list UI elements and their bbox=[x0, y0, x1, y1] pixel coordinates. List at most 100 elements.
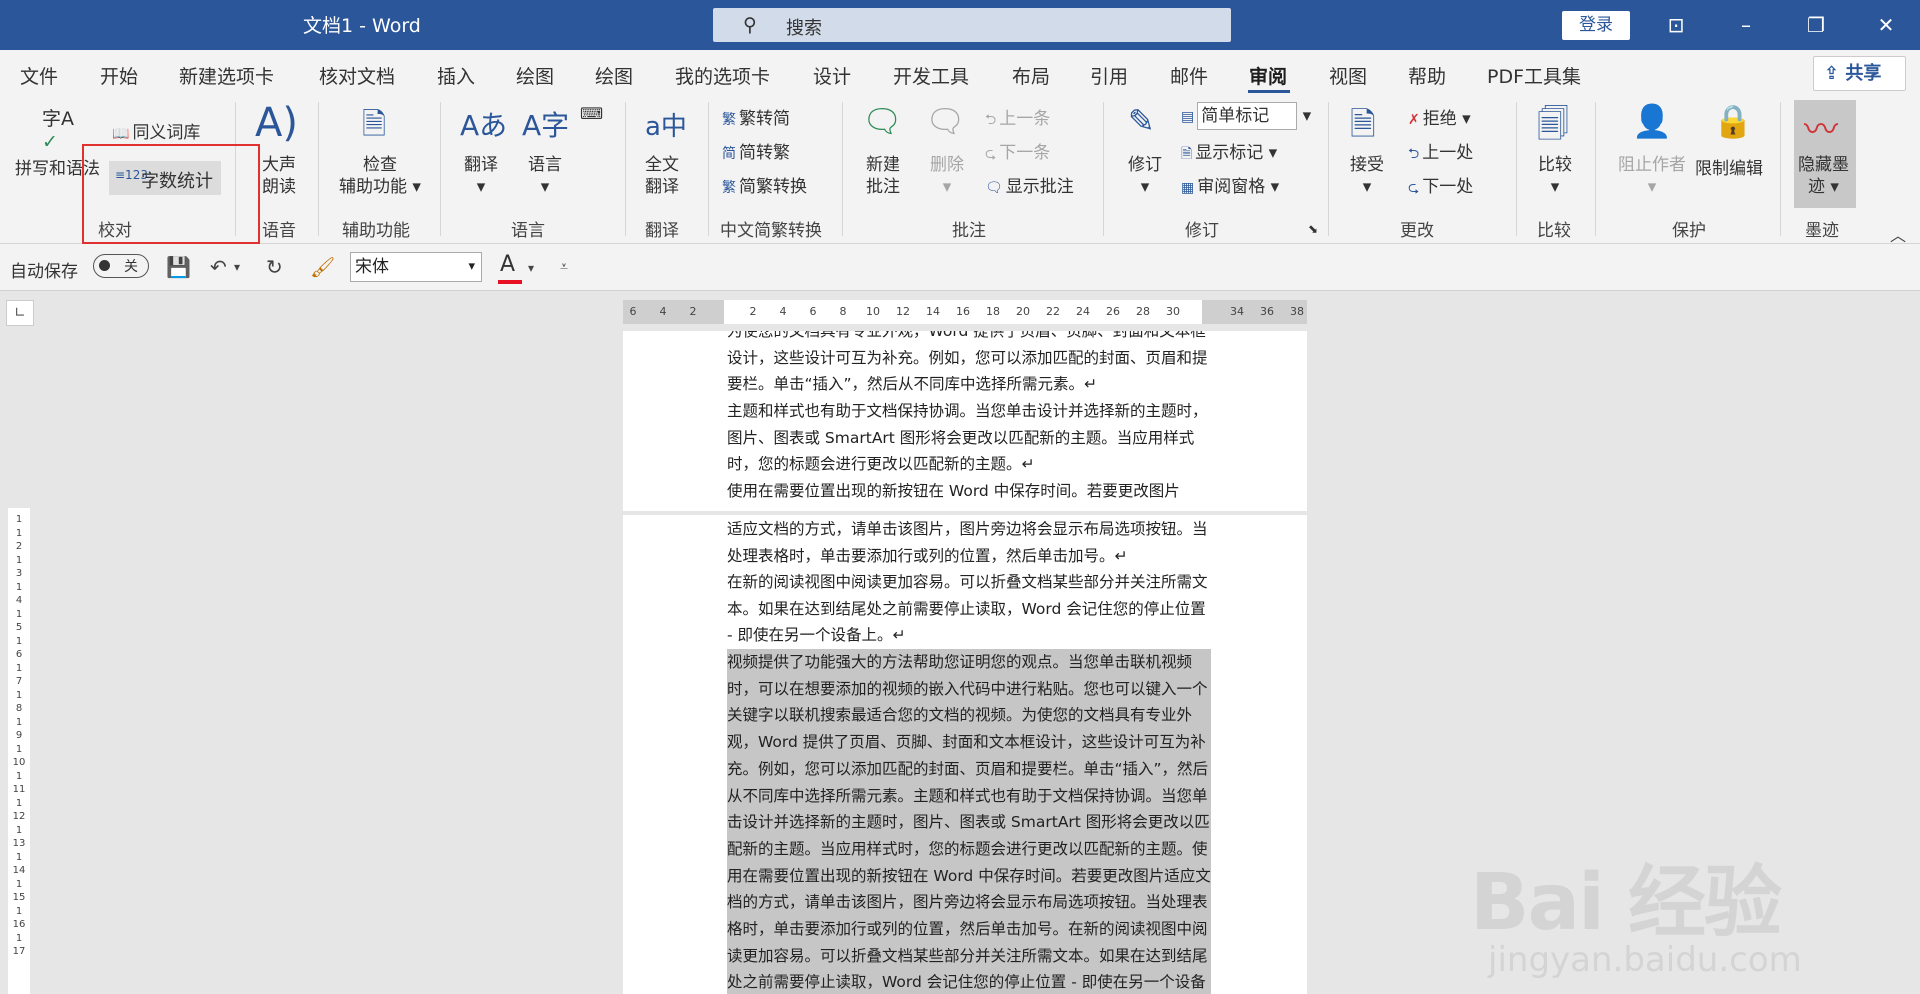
show-markup-icon: 🗎 bbox=[1181, 146, 1193, 162]
selected-paragraph[interactable]: 视频提供了功能强大的方法帮助您证明您的观点。当您单击联机视频时，可以在想要添加的… bbox=[727, 649, 1211, 994]
horizontal-ruler[interactable]: 6 4 2 2 4 6 8 10 12 14 16 18 20 22 24 26 28 30 34 36 38 bbox=[623, 300, 1307, 324]
restore-icon[interactable]: ❐ bbox=[1798, 8, 1834, 42]
restrict-editing-button[interactable]: 限制编辑 bbox=[1695, 154, 1763, 179]
simp-to-trad-button[interactable]: 简简转繁 bbox=[722, 138, 790, 163]
tab-layout[interactable]: 布局 bbox=[1012, 62, 1050, 89]
book-icon: 📖 bbox=[112, 126, 130, 142]
share-icon: ⇪ bbox=[1824, 63, 1846, 84]
trad-to-simp-button[interactable]: 繁繁转简 bbox=[722, 104, 790, 129]
tab-developer[interactable]: 开发工具 bbox=[893, 62, 969, 89]
document-page-2[interactable]: 适应文档的方式，请单击该图片，图片旁边将会显示布局选项按钮。当处理表格时，单击要… bbox=[623, 515, 1307, 994]
tab-insert[interactable]: 插入 bbox=[437, 62, 475, 89]
group-separator bbox=[318, 102, 319, 236]
tab-draw-1[interactable]: 绘图 bbox=[516, 62, 554, 89]
ruler-tick: 12 bbox=[896, 305, 910, 318]
prev-comment-button[interactable]: ⮌ 上一条 bbox=[985, 104, 1050, 133]
vertical-ruler[interactable]: 1 1 2 1 3 1 4 1 5 1 6 1 7 1 8 1 9 1 10 1 11 1 12 1 13 1 14 1 15 1 16 1 1… bbox=[8, 508, 30, 994]
group-chinese-label: 中文简繁转换 bbox=[720, 221, 822, 241]
show-comments-button[interactable]: 🗨 显示批注 bbox=[985, 172, 1074, 197]
tab-references[interactable]: 引用 bbox=[1090, 62, 1128, 89]
language-button[interactable]: 语言 ▾ bbox=[528, 154, 562, 198]
paragraph[interactable]: 在新的阅读视图中阅读更加容易。可以折叠文档某些部分并关注所需文本。如果在达到结尾… bbox=[727, 569, 1211, 649]
review-pane-button[interactable]: ▦ 审阅窗格 ▾ bbox=[1181, 172, 1279, 197]
accept-button[interactable]: 接受 ▾ bbox=[1350, 154, 1384, 198]
font-color-dropdown-icon[interactable]: ▾ bbox=[528, 261, 534, 275]
tracking-options-icon[interactable]: ⬊ bbox=[1308, 222, 1318, 236]
font-color-swatch bbox=[498, 280, 522, 284]
tab-new[interactable]: 新建选项卡 bbox=[179, 62, 274, 89]
block-authors-button[interactable]: 阻止作者 ▾ bbox=[1612, 154, 1692, 198]
tab-mailings[interactable]: 邮件 bbox=[1170, 62, 1208, 89]
undo-dropdown-icon[interactable]: ▾ bbox=[234, 260, 240, 274]
ruler-tick: 1 bbox=[15, 608, 23, 620]
translate-icon: Aあ bbox=[460, 109, 508, 142]
ruler-tick: 1 bbox=[15, 932, 23, 944]
ruler-tick: 6 bbox=[15, 649, 23, 660]
thesaurus-button[interactable]: 📖 同义词库 bbox=[112, 118, 200, 143]
next-change-button[interactable]: ⮎ 下一处 bbox=[1408, 172, 1473, 201]
ruler-tick: 22 bbox=[1046, 305, 1060, 318]
search-box[interactable]: ⚲ 搜索 bbox=[713, 8, 1231, 42]
group-accessibility-label: 辅助功能 bbox=[342, 221, 410, 241]
save-icon[interactable]: 💾 bbox=[166, 255, 191, 279]
close-icon[interactable]: ✕ bbox=[1868, 8, 1904, 42]
new-comment-button[interactable]: 新建 批注 bbox=[866, 154, 900, 198]
tab-home[interactable]: 开始 bbox=[100, 62, 138, 89]
paragraph[interactable]: 使用在需要位置出现的新按钮在 Word 中保存时间。若要更改图片 bbox=[727, 478, 1211, 505]
tab-draw-2[interactable]: 绘图 bbox=[595, 62, 633, 89]
next-comment-button[interactable]: ⮎ 下一条 bbox=[985, 138, 1050, 167]
group-separator bbox=[1595, 102, 1596, 236]
minimize-icon[interactable]: – bbox=[1728, 8, 1764, 42]
ruler-tick: 1 bbox=[15, 824, 23, 836]
tab-pdf[interactable]: PDF工具集 bbox=[1487, 62, 1581, 89]
paragraph[interactable]: 为使您的文档具有专业外观，Word 提供了页眉、页脚、封面和文本框设计，这些设计… bbox=[727, 331, 1211, 398]
full-translate-icon: a中 bbox=[645, 112, 687, 142]
read-aloud-button[interactable]: 大声 朗读 bbox=[262, 154, 296, 198]
convert-button[interactable]: 繁简繁转换 bbox=[722, 172, 807, 197]
collapse-ribbon-icon[interactable]: ︿ bbox=[1890, 222, 1906, 246]
tab-check-doc[interactable]: 核对文档 bbox=[319, 62, 395, 89]
format-painter-icon[interactable]: 🖌 bbox=[310, 255, 335, 279]
prev-change-button[interactable]: ⮌ 上一处 bbox=[1408, 138, 1473, 167]
document-page-1[interactable]: 为使您的文档具有专业外观，Word 提供了页眉、页脚、封面和文本框设计，这些设计… bbox=[623, 331, 1307, 511]
show-markup-button[interactable]: 🗎 显示标记 ▾ bbox=[1181, 138, 1277, 167]
ruler-tick: 6 bbox=[809, 305, 817, 318]
hide-ink-button[interactable]: 〰 隐藏墨迹 ▾ bbox=[1794, 100, 1856, 208]
compare-icon: 🗐 bbox=[1537, 105, 1569, 143]
tab-view[interactable]: 视图 bbox=[1329, 62, 1367, 89]
tab-selector[interactable]: ∟ bbox=[6, 300, 34, 326]
toggle-knob bbox=[99, 260, 110, 271]
delete-comment-button[interactable]: 删除 ▾ bbox=[930, 154, 964, 198]
paragraph[interactable]: 主题和样式也有助于文档保持协调。当您单击设计并选择新的主题时，图片、图表或 Sm… bbox=[727, 398, 1211, 478]
reject-button[interactable]: ✗ 拒绝 ▾ bbox=[1408, 104, 1471, 129]
login-button[interactable]: 登录 bbox=[1562, 11, 1630, 40]
tab-help[interactable]: 帮助 bbox=[1408, 62, 1446, 89]
redo-icon[interactable]: ↻ bbox=[266, 255, 283, 279]
full-translate-button[interactable]: 全文 翻译 bbox=[645, 154, 679, 198]
ruler-tick: 15 bbox=[12, 892, 26, 903]
active-tab-indicator bbox=[1248, 90, 1290, 93]
tab-file[interactable]: 文件 bbox=[20, 62, 58, 89]
ribbon-display-options-icon[interactable]: ⊡ bbox=[1658, 8, 1694, 42]
group-separator bbox=[1103, 102, 1104, 236]
paragraph[interactable]: 适应文档的方式，请单击该图片，图片旁边将会显示布局选项按钮。当处理表格时，单击要… bbox=[727, 516, 1211, 569]
hide-ink-icon: 〰 bbox=[1804, 110, 1838, 150]
tab-review[interactable]: 审阅 bbox=[1249, 62, 1287, 89]
reject-icon: ✗ bbox=[1408, 112, 1420, 128]
ruler-tick: 18 bbox=[986, 305, 1000, 318]
tab-my-tab[interactable]: 我的选项卡 bbox=[675, 62, 770, 89]
compare-button[interactable]: 比较 ▾ bbox=[1538, 154, 1572, 198]
keyboard-icon[interactable]: ⌨ bbox=[580, 104, 603, 123]
markup-dropdown[interactable]: ▤ 简单标记 ▾ bbox=[1181, 102, 1311, 130]
font-color-button[interactable]: A bbox=[500, 252, 515, 277]
check-accessibility-button[interactable]: 检查 辅助功能 ▾ bbox=[333, 154, 427, 198]
autosave-toggle[interactable]: 关 bbox=[93, 254, 149, 278]
customize-toolbar-icon[interactable]: ⩡ bbox=[560, 259, 568, 275]
track-changes-button[interactable]: 修订 ▾ bbox=[1128, 154, 1162, 198]
font-name-select[interactable]: 宋体 ▾ bbox=[350, 252, 482, 282]
undo-icon[interactable]: ↶ bbox=[210, 255, 227, 279]
group-separator bbox=[1780, 102, 1781, 236]
share-button[interactable]: ⇪ 共享 bbox=[1813, 56, 1906, 91]
translate-button[interactable]: 翻译 ▾ bbox=[464, 154, 498, 198]
tab-design[interactable]: 设计 bbox=[813, 62, 851, 89]
